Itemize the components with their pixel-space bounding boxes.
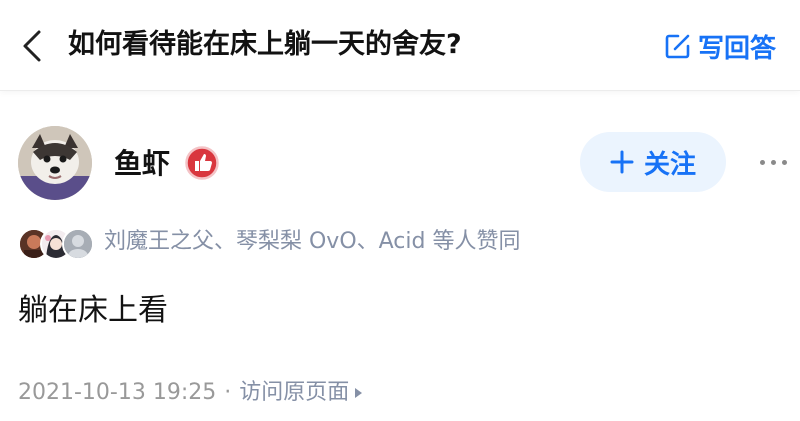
- more-dots-icon[interactable]: [760, 150, 800, 174]
- view-original-label: 访问原页面: [239, 380, 350, 405]
- view-original-link[interactable]: 访问原页面: [239, 376, 363, 410]
- more-dot: [760, 159, 765, 165]
- answer-meta: 2021-10-13 19:25 · 访问原页面: [18, 376, 363, 410]
- more-dot: [782, 159, 787, 165]
- question-title[interactable]: 如何看待能在床上躺一天的舍友?: [68, 22, 462, 68]
- write-answer-button[interactable]: 写回答: [664, 24, 776, 68]
- back-button[interactable]: [14, 24, 50, 68]
- top-bar: 如何看待能在床上躺一天的舍友? 写回答: [0, 0, 800, 91]
- author-name[interactable]: 鱼虾: [114, 146, 170, 182]
- caret-right-icon: [355, 388, 363, 398]
- meta-separator: ·: [224, 380, 232, 405]
- author-avatar[interactable]: [18, 126, 92, 200]
- chevron-left-icon: [23, 30, 41, 62]
- thumbs-up-badge-icon[interactable]: [184, 145, 220, 181]
- approval-text[interactable]: 刘魔王之父、琴梨梨 OvO、Acid 等人赞同: [104, 226, 520, 258]
- follow-button[interactable]: 关注: [580, 132, 726, 192]
- answer-content: 躺在床上看: [18, 293, 168, 328]
- edit-icon: [665, 34, 690, 59]
- write-answer-label: 写回答: [698, 33, 777, 64]
- voter-avatar: [62, 228, 94, 260]
- plus-icon: [610, 150, 634, 174]
- voter-avatars[interactable]: [18, 228, 98, 260]
- answer-datetime: 2021-10-13 19:25: [18, 380, 217, 405]
- more-dot: [771, 159, 776, 165]
- follow-label: 关注: [643, 149, 696, 180]
- avatar-image: [18, 126, 92, 200]
